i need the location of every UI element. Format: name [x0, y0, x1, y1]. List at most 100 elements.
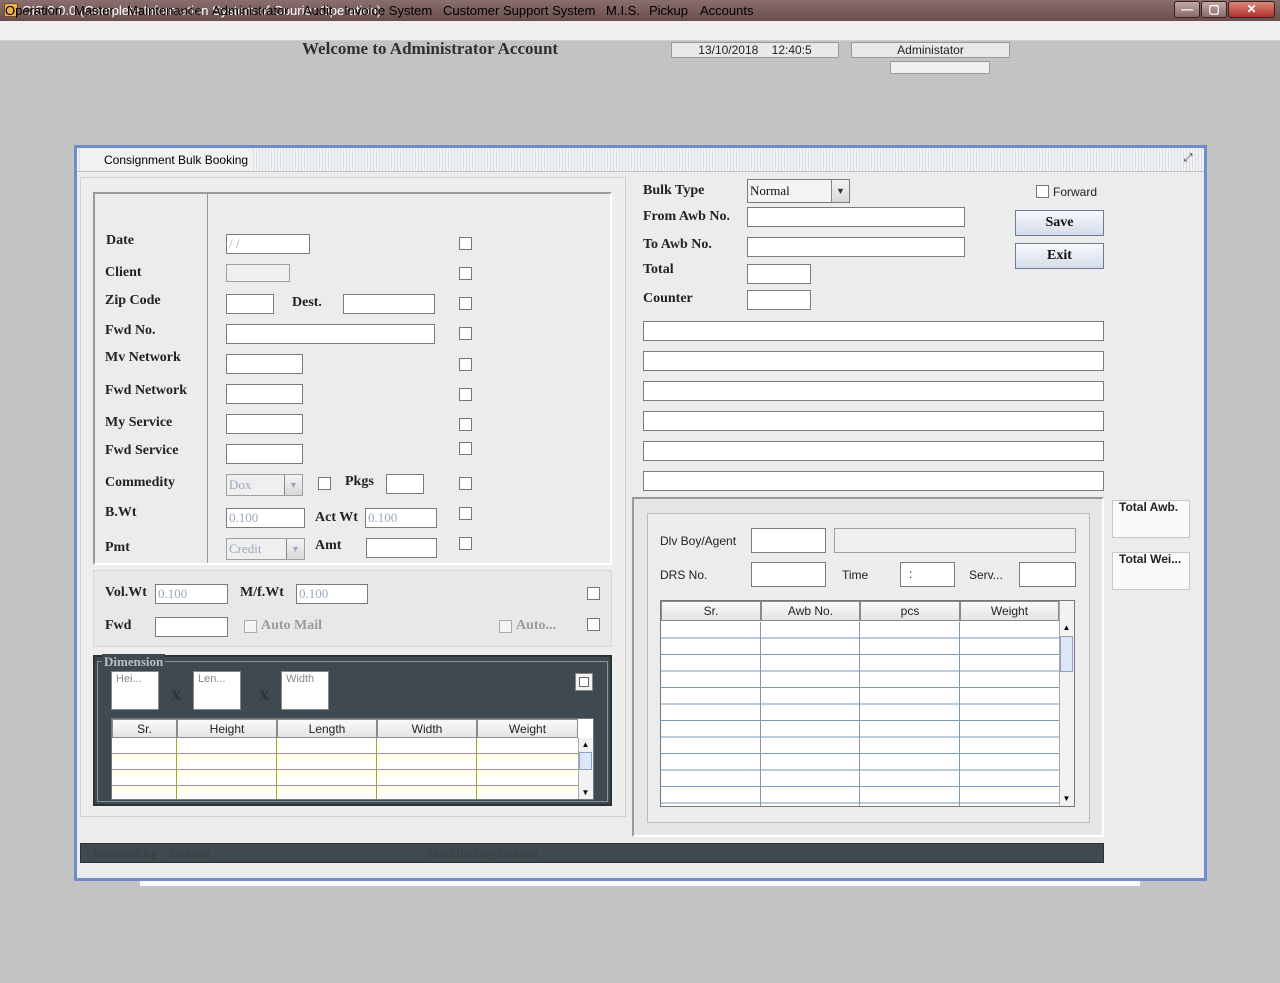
awb-col-sr[interactable]: Sr.	[661, 601, 761, 621]
pkgs-checkbox[interactable]	[459, 477, 472, 490]
drs-no-field[interactable]	[751, 562, 826, 587]
date-checkbox[interactable]	[459, 237, 472, 250]
pmt-checkbox[interactable]	[459, 537, 472, 550]
pmt-combo[interactable]: Credit ▼	[226, 538, 305, 560]
dimension-checkbox[interactable]	[575, 673, 593, 691]
scroll-thumb[interactable]	[579, 752, 592, 770]
serv-field[interactable]	[1019, 562, 1076, 587]
vol-wt-label: Vol.Wt	[105, 585, 147, 600]
dim-col-width[interactable]: Width	[377, 719, 477, 738]
save-button[interactable]: Save	[1015, 210, 1104, 236]
to-awb-field[interactable]	[747, 237, 965, 257]
my-service-field[interactable]	[226, 414, 303, 434]
scroll-up-icon[interactable]: ▲	[579, 739, 592, 750]
fwd-network-field[interactable]	[226, 384, 303, 404]
info-field-6[interactable]	[643, 471, 1104, 491]
info-field-1[interactable]	[643, 321, 1104, 341]
my-network-checkbox[interactable]	[459, 358, 472, 371]
time-field[interactable]: :	[900, 562, 955, 587]
drs-no-label: DRS No.	[660, 568, 708, 582]
menu-administrator[interactable]: Administrator	[212, 3, 289, 18]
maximize-button[interactable]: ▢	[1201, 1, 1227, 18]
forward-label: Forward	[1053, 185, 1098, 199]
scroll-thumb[interactable]	[1060, 636, 1073, 672]
length-input[interactable]: Len...	[193, 671, 241, 710]
bwt-field[interactable]: 0.100	[226, 508, 305, 528]
zip-checkbox[interactable]	[459, 297, 472, 310]
menu-master[interactable]: Master	[74, 3, 114, 18]
awb-col-weight[interactable]: Weight	[960, 601, 1059, 621]
scroll-down-icon[interactable]: ▼	[579, 787, 592, 798]
bulk-type-combo[interactable]: Normal ▼	[747, 179, 850, 203]
info-field-5[interactable]	[643, 441, 1104, 461]
pkgs-field[interactable]	[386, 474, 424, 494]
client-field[interactable]	[226, 264, 290, 282]
minimize-button[interactable]: —	[1174, 1, 1200, 18]
bulk-type-value: Normal	[750, 183, 790, 198]
fwd-service-checkbox[interactable]	[459, 442, 472, 455]
scroll-down-icon[interactable]: ▼	[1060, 793, 1073, 805]
zip-code-field[interactable]	[226, 294, 274, 314]
info-field-2[interactable]	[643, 351, 1104, 371]
scroll-up-icon[interactable]: ▲	[1060, 622, 1073, 634]
fwd-no-checkbox[interactable]	[459, 327, 472, 340]
bwt-checkbox[interactable]	[459, 507, 472, 520]
dim-col-height[interactable]: Height	[177, 719, 277, 738]
awb-col-awb-no[interactable]: Awb No.	[761, 601, 860, 621]
fwd-field[interactable]	[155, 617, 228, 637]
dim-col-weight[interactable]: Weight	[477, 719, 578, 738]
menu-accounts[interactable]: Accounts	[700, 3, 753, 18]
dim-col-sr[interactable]: Sr.	[112, 719, 177, 738]
menu-customer-support-system[interactable]: Customer Support System	[443, 3, 595, 18]
vol-wt-field[interactable]: 0.100	[155, 584, 228, 604]
user-display: Administator	[851, 42, 1010, 58]
date-label: Date	[106, 233, 134, 248]
dim-col-length[interactable]: Length	[277, 719, 377, 738]
dest-field[interactable]	[343, 294, 435, 314]
dimension-rows[interactable]	[112, 738, 578, 799]
amt-field[interactable]	[366, 538, 437, 558]
grid-line	[476, 738, 477, 799]
menu-maintenance[interactable]: Maintenance	[127, 3, 201, 18]
chevron-down-icon[interactable]: ▼	[286, 539, 304, 559]
fwd-no-field[interactable]	[226, 324, 435, 344]
auto-checkbox[interactable]	[499, 620, 512, 633]
mf-wt-field[interactable]: 0.100	[296, 584, 368, 604]
fwd-network-checkbox[interactable]	[459, 388, 472, 401]
commodity-combo[interactable]: Dox ▼	[226, 474, 303, 496]
awb-rows[interactable]	[661, 622, 1059, 806]
from-awb-field[interactable]	[747, 207, 965, 227]
menu-pickup[interactable]: Pickup	[649, 3, 688, 18]
menu-audit[interactable]: Audit	[303, 3, 333, 18]
awb-col-pcs[interactable]: pcs	[860, 601, 960, 621]
auto-mail-checkbox[interactable]	[244, 620, 257, 633]
menu-invoice-system[interactable]: Invoice System	[344, 3, 432, 18]
time-value: 12:40:5	[771, 43, 812, 57]
menu-operation[interactable]: Operation	[5, 3, 62, 18]
fwd-row-checkbox[interactable]	[587, 618, 600, 631]
dlv-boy-field[interactable]	[751, 528, 826, 553]
client-checkbox[interactable]	[459, 267, 472, 280]
exit-button[interactable]: Exit	[1015, 243, 1104, 269]
chevron-down-icon[interactable]: ▼	[831, 180, 849, 202]
fwd-service-field[interactable]	[226, 444, 303, 464]
date-field[interactable]: / /	[226, 234, 310, 254]
my-network-field[interactable]	[226, 354, 303, 374]
forward-checkbox[interactable]	[1036, 185, 1049, 198]
commodity-checkbox[interactable]	[318, 477, 331, 490]
total-field[interactable]	[747, 264, 811, 284]
frame-maximize-icon[interactable]: ⤢	[1181, 152, 1195, 166]
weights-checkbox[interactable]	[587, 587, 600, 600]
close-button[interactable]: ✕	[1228, 1, 1275, 18]
my-service-checkbox[interactable]	[459, 418, 472, 431]
counter-field[interactable]	[747, 290, 811, 310]
info-field-4[interactable]	[643, 411, 1104, 431]
width-input[interactable]: Width	[281, 671, 329, 710]
chevron-down-icon[interactable]: ▼	[284, 475, 302, 495]
info-field-3[interactable]	[643, 381, 1104, 401]
menu-mis[interactable]: M.I.S.	[606, 3, 640, 18]
grid-line	[760, 622, 761, 806]
commodity-label: Commedity	[105, 475, 175, 490]
act-wt-field[interactable]: 0.100	[365, 508, 437, 528]
height-input[interactable]: Hei...	[111, 671, 159, 710]
